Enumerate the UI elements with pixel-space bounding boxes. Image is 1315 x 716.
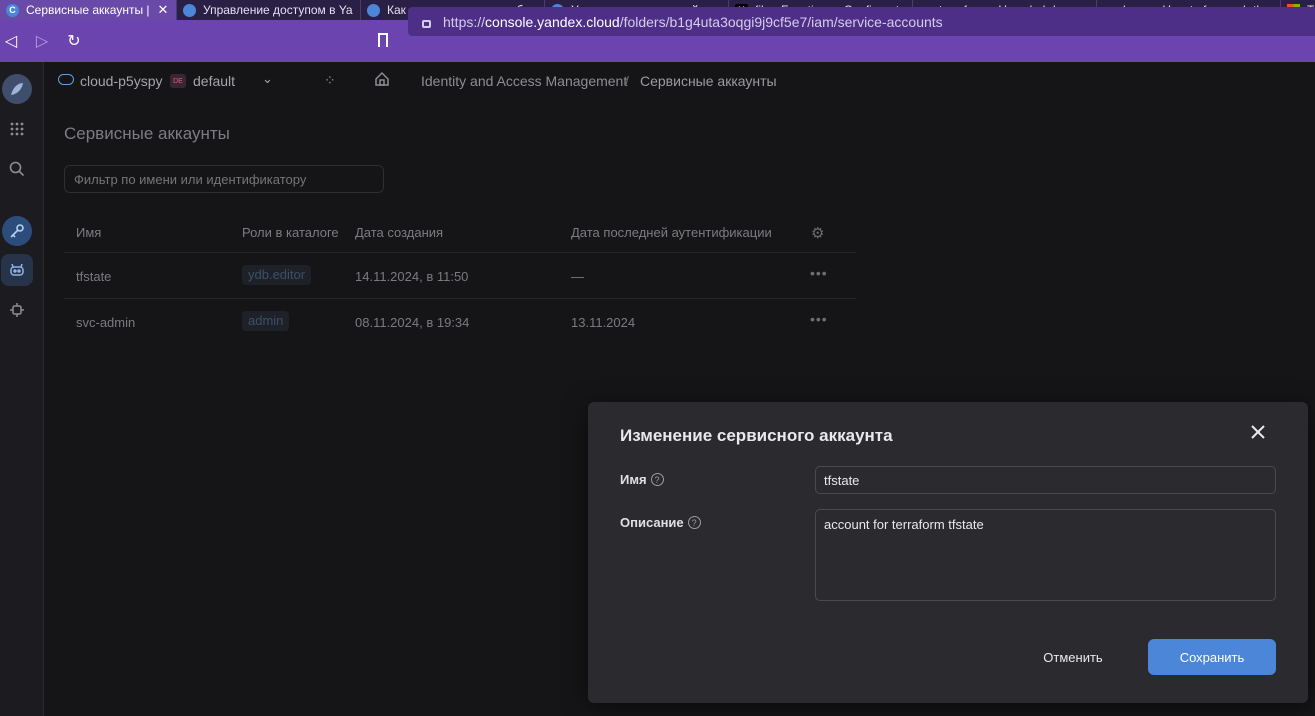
breadcrumb-service[interactable]: Identity and Access Management xyxy=(421,73,627,89)
role-badge: admin xyxy=(242,311,290,331)
robot-icon[interactable] xyxy=(1,254,33,286)
name-field[interactable] xyxy=(815,466,1276,494)
close-icon[interactable]: ✕ xyxy=(158,2,169,18)
save-button[interactable]: Сохранить xyxy=(1148,639,1276,675)
description-label-text: Описание xyxy=(620,515,684,530)
url-host: console.yandex.cloud xyxy=(485,13,620,30)
page-title: Сервисные аккаунты xyxy=(64,124,230,143)
url-prefix: https:// xyxy=(443,13,486,30)
page-header: cloud-p5yspy DE default ⌄ ⁘ Identity and… xyxy=(44,62,1315,100)
description-field[interactable]: account for terraform tfstate xyxy=(815,509,1276,601)
yandex-cloud-logo-icon[interactable] xyxy=(2,74,32,104)
left-navigation-rail xyxy=(0,62,44,716)
breadcrumb-separator: / xyxy=(625,73,629,89)
reload-icon[interactable]: ↻ xyxy=(62,20,86,62)
tab-label: Сервисные аккаунты | xyxy=(26,3,150,17)
column-header-created[interactable]: Дата создания xyxy=(355,225,443,240)
services-grid-icon[interactable] xyxy=(1,113,33,145)
browser-tab[interactable]: C Сервисные аккаунты | ✕ xyxy=(0,0,177,20)
back-icon[interactable]: ◁ xyxy=(0,20,22,62)
address-bar[interactable]: https://console.yandex.cloud/folders/b1g… xyxy=(408,7,1315,36)
forward-icon[interactable]: ▷ xyxy=(22,20,62,62)
last-auth-date: 13.11.2024 xyxy=(571,315,636,330)
table-row[interactable]: tfstate ydb.editor 14.11.2024, в 11:50 —… xyxy=(64,252,856,298)
chevron-down-icon[interactable]: ⌄ xyxy=(262,71,273,87)
gear-chip-icon[interactable] xyxy=(1,294,33,326)
gear-icon[interactable]: ⚙ xyxy=(811,224,824,242)
column-header-name[interactable]: Имя xyxy=(76,225,101,240)
bookmark-icon[interactable] xyxy=(378,33,388,47)
help-icon[interactable]: ? xyxy=(687,516,701,529)
folder-badge: DE xyxy=(170,74,186,88)
edit-service-account-dialog: Изменение сервисного аккаунта Имя ? Опис… xyxy=(588,402,1308,703)
last-auth-date: — xyxy=(571,269,584,284)
name-label-text: Имя xyxy=(620,472,647,487)
help-icon[interactable]: ? xyxy=(650,473,664,486)
column-header-roles[interactable]: Роли в каталоге xyxy=(242,225,339,240)
yandex-cloud-icon: C xyxy=(6,3,19,17)
table-row[interactable]: svc-admin admin 08.11.2024, в 19:34 13.1… xyxy=(64,298,856,344)
role-badge: ydb.editor xyxy=(242,265,312,285)
folder-selector[interactable]: default xyxy=(193,73,235,89)
nodes-icon[interactable]: ⁘ xyxy=(324,72,336,89)
lock-icon xyxy=(422,19,431,28)
yandex-cloud-icon xyxy=(367,3,380,17)
description-field-label: Описание ? xyxy=(620,515,701,530)
column-header-last-auth[interactable]: Дата последней аутентификации xyxy=(571,225,772,240)
home-icon[interactable] xyxy=(374,71,390,91)
key-icon[interactable] xyxy=(2,216,32,246)
url-path: /folders/b1g4uta3oqgi9j9cf5e7/iam/servic… xyxy=(619,13,943,30)
cloud-icon xyxy=(58,74,74,85)
close-icon[interactable] xyxy=(1250,423,1266,446)
dialog-title: Изменение сервисного аккаунта xyxy=(620,426,893,445)
browser-tab[interactable]: Управление доступом в Ya xyxy=(177,0,361,20)
filter-input[interactable] xyxy=(64,165,384,193)
yandex-cloud-icon xyxy=(183,3,196,17)
created-date: 14.11.2024, в 11:50 xyxy=(355,269,469,284)
created-date: 08.11.2024, в 19:34 xyxy=(355,315,470,330)
more-actions-icon[interactable]: ••• xyxy=(810,311,828,327)
account-name[interactable]: tfstate xyxy=(76,269,111,284)
cancel-button[interactable]: Отменить xyxy=(1028,639,1118,675)
cloud-selector[interactable]: cloud-p5yspy xyxy=(80,73,163,89)
account-name[interactable]: svc-admin xyxy=(76,315,135,330)
tab-label: Управление доступом в Ya xyxy=(203,3,353,17)
name-field-label: Имя ? xyxy=(620,472,664,487)
more-actions-icon[interactable]: ••• xyxy=(810,265,828,281)
breadcrumb-page: Сервисные аккаунты xyxy=(640,73,777,89)
search-icon[interactable] xyxy=(1,153,33,185)
